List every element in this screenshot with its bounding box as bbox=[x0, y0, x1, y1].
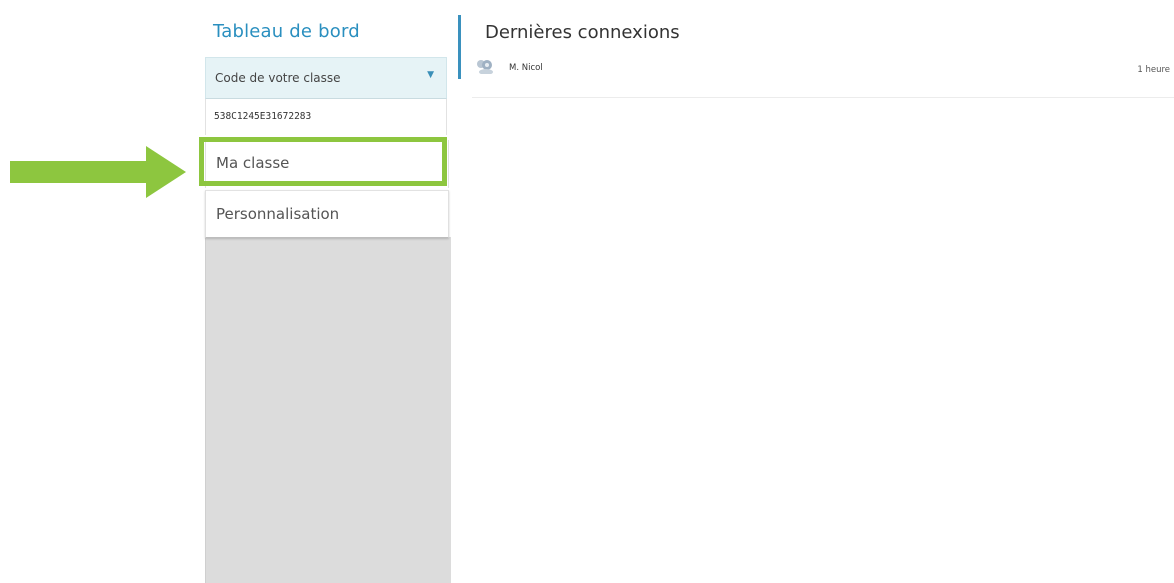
connection-row: M. Nicol 1 heure bbox=[472, 57, 1174, 98]
sidebar-item-label: Ma classe bbox=[216, 154, 290, 172]
sidebar-title: Tableau de bord bbox=[213, 21, 360, 42]
connection-user-name: M. Nicol bbox=[509, 63, 543, 73]
class-code-dropdown[interactable]: Code de votre classe ▼ bbox=[205, 57, 447, 99]
connection-time: 1 heure bbox=[1137, 65, 1170, 75]
user-avatar-icon bbox=[477, 60, 493, 74]
class-code-value: 538C1245E31672283 bbox=[205, 99, 447, 135]
sidebar-item-label: Personnalisation bbox=[216, 205, 340, 223]
sidebar-item-personnalisation[interactable]: Personnalisation bbox=[205, 190, 449, 238]
arrow-right-icon bbox=[10, 146, 186, 198]
caret-down-icon: ▼ bbox=[427, 70, 434, 80]
main-divider bbox=[458, 15, 461, 79]
page-title: Dernières connexions bbox=[485, 22, 680, 43]
page: Tableau de bord Code de votre classe ▼ 5… bbox=[0, 0, 1174, 583]
class-code-dropdown-label: Code de votre classe bbox=[215, 71, 341, 85]
sidebar-item-ma-classe[interactable]: Ma classe bbox=[205, 140, 449, 188]
class-code-text: 538C1245E31672283 bbox=[214, 111, 312, 122]
sidebar-empty-area bbox=[205, 237, 451, 583]
